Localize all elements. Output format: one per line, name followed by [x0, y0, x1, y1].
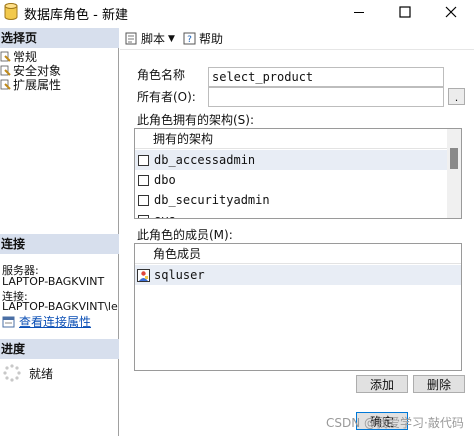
select-page-header: 选择页	[0, 28, 119, 48]
schemas-section-label: 此角色拥有的架构(S):	[137, 113, 255, 127]
maximize-button[interactable]	[382, 0, 428, 24]
nav-item-extended-properties[interactable]: 扩展属性	[0, 77, 61, 92]
list-item[interactable]: db_securityadmin	[135, 190, 448, 210]
role-name-label: 角色名称	[137, 68, 186, 82]
server-value: LAPTOP-BAGKVINT	[2, 275, 105, 288]
checkbox[interactable]	[138, 214, 149, 218]
connection-properties-icon	[2, 316, 15, 327]
progress-header: 进度	[0, 339, 119, 359]
checkbox[interactable]	[138, 194, 149, 206]
remove-member-button[interactable]: 删除	[413, 375, 465, 393]
owner-browse-button[interactable]: .	[448, 88, 465, 105]
member-name: sqluser	[154, 268, 205, 282]
schema-name: db_securityadmin	[154, 193, 270, 207]
spinner-icon	[3, 364, 21, 382]
schemas-scrollbar[interactable]	[447, 129, 461, 218]
help-button[interactable]: ? 帮助	[183, 30, 223, 47]
members-section-label: 此角色的成员(M):	[137, 228, 233, 242]
page-wrench-icon	[0, 51, 11, 62]
help-label: 帮助	[198, 32, 223, 46]
link-label: 查看连接属性	[19, 315, 92, 329]
scrollbar-thumb[interactable]	[450, 148, 458, 169]
help-icon: ?	[183, 32, 196, 45]
user-icon	[137, 268, 150, 282]
owner-label: 所有者(O):	[137, 90, 196, 104]
add-member-button[interactable]: 添加	[356, 375, 408, 393]
schema-name: sys	[154, 213, 176, 218]
role-members-column-header: 角色成员	[135, 244, 461, 264]
minimize-icon	[354, 12, 364, 13]
schema-name: db_accessadmin	[154, 153, 256, 167]
script-label: 脚本	[141, 32, 166, 46]
checkbox[interactable]	[138, 174, 149, 186]
schema-name: dbo	[154, 173, 176, 187]
close-button[interactable]	[428, 0, 474, 24]
owned-schemas-list: 拥有的架构 db_accessadmin dbo db_securityadmi…	[134, 128, 462, 219]
svg-text:?: ?	[187, 35, 192, 45]
close-icon	[445, 6, 457, 18]
list-item[interactable]: db_accessadmin	[135, 150, 448, 170]
progress-label: 就绪	[29, 366, 54, 381]
owner-input[interactable]	[208, 87, 444, 107]
minimize-button[interactable]	[336, 0, 382, 24]
page-wrench-icon	[0, 65, 11, 76]
maximize-icon	[399, 6, 411, 18]
watermark: CSDN @我爱学习·敲代码	[326, 416, 464, 430]
checkbox[interactable]	[138, 154, 149, 166]
list-item[interactable]: dbo	[135, 170, 448, 190]
nav-item-label: 扩展属性	[13, 78, 62, 92]
progress-status: 就绪	[3, 364, 53, 382]
dropdown-arrow-icon[interactable]: ▼	[168, 34, 175, 44]
list-item[interactable]: sqluser	[135, 265, 461, 285]
connection-value: LAPTOP-BAGKVINT\le	[2, 300, 118, 313]
view-connection-properties-link[interactable]: 查看连接属性	[2, 313, 91, 330]
page-wrench-icon	[0, 79, 11, 90]
script-icon	[125, 32, 137, 45]
left-pane: 选择页 常规 安全对象 扩展属性 连接 服务器: LAPTOP-BAGKVINT…	[0, 28, 119, 436]
role-name-input[interactable]: select_product	[208, 67, 444, 87]
list-item[interactable]: sys	[135, 210, 448, 218]
connection-header: 连接	[0, 234, 119, 254]
database-cylinder-icon	[4, 3, 18, 20]
window-title: 数据库角色 - 新建	[24, 8, 128, 23]
owned-schemas-column-header: 拥有的架构	[135, 129, 448, 149]
toolbar: 脚本 ▼ ? 帮助	[120, 28, 474, 50]
title-bar: 数据库角色 - 新建	[0, 0, 474, 24]
role-members-list: 角色成员 sqluser	[134, 243, 462, 371]
script-button[interactable]: 脚本 ▼	[124, 30, 179, 47]
